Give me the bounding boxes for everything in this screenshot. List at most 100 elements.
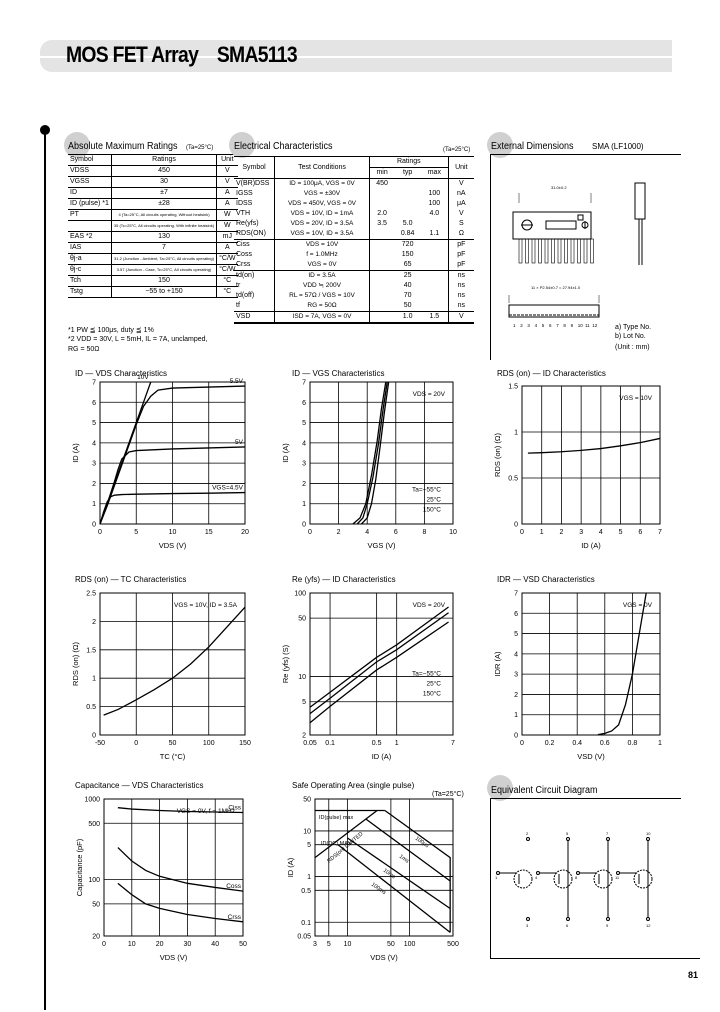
x-tick-label: 0.4 — [572, 740, 582, 747]
x-tick-label: 5 — [134, 529, 138, 536]
y-tick-label: 4 — [92, 440, 96, 447]
x-tick-label: 1 — [540, 529, 544, 536]
x-axis-label: ID (A) — [372, 752, 392, 761]
x-tick-label: 100 — [203, 740, 215, 747]
chart-annotation: VGS = 10V — [619, 395, 652, 402]
chart-yfs-id: 0.05 0.1 0.5 1 7 2 5 10 50 100 ID (A) Re (yfs) (S) V… — [281, 591, 455, 762]
y-tick-label: 1 — [302, 501, 306, 508]
gate-pin: 4 — [535, 875, 538, 880]
y-tick-label: 6 — [92, 400, 96, 407]
x-tick-label: 150 — [239, 740, 251, 747]
drain-terminal — [646, 837, 650, 841]
x-tick-label: 5 — [327, 941, 331, 948]
y-tick-label: 1 — [307, 874, 311, 881]
x-tick-label: 50 — [387, 941, 395, 948]
drain-pin: 5 — [566, 831, 569, 836]
source-pin: 3 — [526, 923, 529, 928]
drain-pin: 7 — [606, 831, 609, 836]
y-tick-label: 3 — [92, 461, 96, 468]
y-tick-label: 50 — [92, 901, 100, 908]
x-tick-label: 8 — [422, 529, 426, 536]
x-tick-label: 10 — [169, 529, 177, 536]
x-tick-label: 7 — [658, 529, 662, 536]
page-rule — [600, 958, 700, 959]
chart-annotation: VGS = 0V, f = 1MHz — [177, 808, 235, 815]
y-axis-label: ID (A) — [281, 443, 290, 463]
y-tick-label: 7 — [92, 380, 96, 387]
y-tick-label: 100 — [88, 877, 100, 884]
y-tick-label: 100 — [294, 591, 306, 598]
x-tick-label: 0 — [520, 529, 524, 536]
y-tick-label: 3 — [302, 461, 306, 468]
y-axis-label: Re (yfs) (S) — [281, 644, 290, 683]
chart-id-vgs: 0 2 4 6 8 10 0 1 2 3 4 5 6 7 VGS (V) ID (A) VDS = 20V Ta=… — [281, 380, 457, 551]
y-tick-label: 0 — [302, 522, 306, 529]
y-tick-label: 0.5 — [86, 704, 96, 711]
source-terminal — [566, 917, 570, 921]
y-tick-label: 7 — [514, 591, 518, 598]
series-label: Ta=−55°C — [412, 485, 441, 493]
x-tick-label: 6 — [394, 529, 398, 536]
x-axis-label: VDS (V) — [370, 953, 398, 962]
plot-frame — [309, 592, 454, 736]
chart-title-rds-id: RDS (on) — ID Characteristics — [497, 369, 606, 378]
x-axis-label: VGS (V) — [368, 541, 396, 550]
series-line — [103, 606, 246, 716]
y-tick-label: 0.5 — [301, 888, 311, 895]
y-tick-label: 10 — [303, 828, 311, 835]
series-label: 150°C — [423, 689, 441, 697]
series-label: Coss — [226, 883, 242, 890]
x-tick-label: 100 — [404, 941, 416, 948]
x-tick-label: 15 — [205, 529, 213, 536]
y-tick-label: 0 — [92, 733, 96, 740]
y-tick-label: 4 — [514, 651, 518, 658]
y-tick-label: 1.5 — [508, 384, 518, 391]
y-tick-label: 1 — [92, 501, 96, 508]
series-label: 150°C — [423, 505, 441, 513]
y-tick-label: 5 — [514, 631, 518, 638]
y-tick-label: 0.5 — [508, 476, 518, 483]
x-tick-label: 1 — [658, 740, 662, 747]
y-tick-label: 20 — [92, 934, 100, 941]
x-tick-label: 1 — [395, 740, 399, 747]
chart-title-soa: Safe Operating Area (single pulse) — [292, 781, 415, 790]
y-tick-label: 0.1 — [301, 920, 311, 927]
y-axis-label: ID (A) — [286, 857, 295, 877]
gate-pin: 8 — [575, 875, 578, 880]
chart-rds-tc: -50 0 50 100 15000.511.522.5TC (°C)RDS (on) … — [71, 591, 251, 762]
plot-frame — [521, 592, 661, 736]
y-tick-label: 2 — [92, 619, 96, 626]
y-tick-label: 7 — [302, 380, 306, 387]
y-axis-label: RDS (on) (Ω) — [71, 642, 80, 686]
y-tick-label: 2 — [302, 481, 306, 488]
x-tick-label: 0 — [134, 740, 138, 747]
x-tick-label: 7 — [451, 740, 455, 747]
source-terminal — [606, 917, 610, 921]
y-tick-label: 0 — [514, 522, 518, 529]
x-tick-label: 40 — [211, 941, 219, 948]
x-tick-label: 20 — [241, 529, 249, 536]
y-axis-label: ID (A) — [71, 443, 80, 463]
x-axis-label: TC (°C) — [160, 752, 186, 761]
soa-annotation: 1ms — [398, 854, 410, 865]
x-tick-label: 10 — [344, 941, 352, 948]
equiv-circuit-title: Equivalent Circuit Diagram — [491, 785, 598, 796]
x-tick-label: 4 — [599, 529, 603, 536]
source-pin: 6 — [566, 923, 569, 928]
x-tick-label: 6 — [638, 529, 642, 536]
x-tick-label: 0.2 — [545, 740, 555, 747]
x-axis-label: VSD (V) — [577, 752, 605, 761]
x-tick-label: 0.05 — [303, 740, 317, 747]
chart-cap-vds: 0 10 20 30 40 50 20 50 100 500 1000 VDS (V) Capacita… — [75, 797, 247, 963]
x-tick-label: 3 — [313, 941, 317, 948]
series-label: Crss — [228, 914, 242, 921]
series-label: Ta=−55°C — [412, 669, 441, 677]
y-tick-label: 4 — [302, 440, 306, 447]
x-tick-label: 10 — [128, 941, 136, 948]
drain-pin: 2 — [526, 831, 529, 836]
x-tick-label: 30 — [184, 941, 192, 948]
series-line — [365, 818, 451, 882]
y-tick-label: 10 — [298, 674, 306, 681]
chart-rds-id: 0 1 2 3 4 5 6 7 0 0.5 1 1.5 ID (A) RDS (on) (Ω) VGS = … — [493, 384, 662, 551]
series-line — [337, 844, 451, 933]
